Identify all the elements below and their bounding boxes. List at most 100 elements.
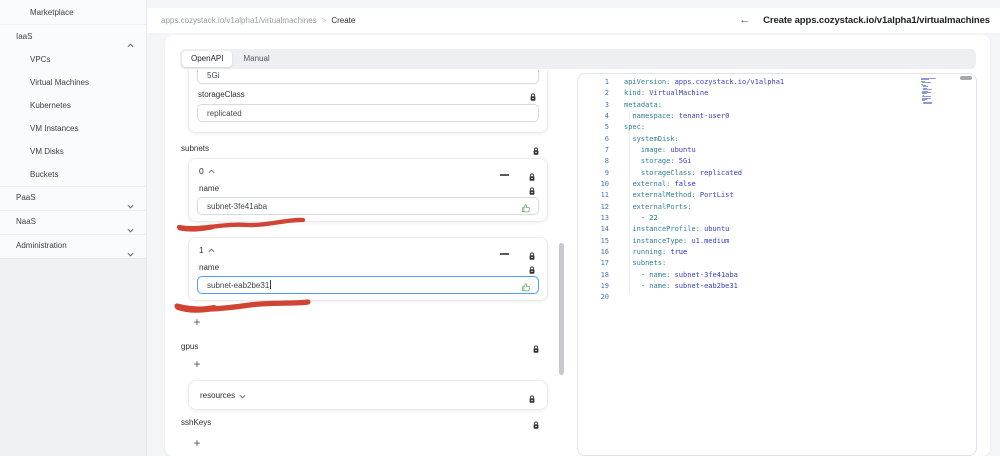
line-number: 7 (604, 146, 609, 155)
back-arrow-icon[interactable]: ← (739, 15, 750, 26)
code-line: 15 instanceType: u1.medium (578, 236, 976, 247)
lock-icon (528, 262, 536, 274)
openapi-form: 5Gi storageClass replicated subnets 0 na… (180, 70, 556, 456)
app-window: Marketplace IaaS VPCs Virtual Machines Kub… (0, 0, 1000, 456)
chevron-down-icon (239, 394, 246, 398)
code-line: 6 systemDisk: (578, 134, 976, 145)
minimap[interactable] (921, 76, 939, 108)
thumbs-up-icon[interactable] (521, 281, 531, 299)
subnet-1-name-input[interactable]: subnet-eab2be31 (197, 276, 539, 294)
add-sshkey-button[interactable]: + (190, 436, 204, 450)
remove-item-button[interactable] (500, 253, 509, 255)
editor-scrollbar-thumb[interactable] (960, 76, 972, 80)
name-label: name (199, 263, 220, 272)
code-line: 8 storage: 5Gi (578, 156, 976, 167)
subnet-0-header[interactable]: 0 (199, 166, 215, 176)
line-number: 3 (604, 100, 609, 109)
sidebar-section-naas[interactable]: NaaS (0, 210, 146, 234)
code-line: 14 instanceProfile: ubuntu (578, 224, 976, 235)
name-label: name (199, 184, 220, 193)
line-number: 1 (604, 78, 609, 86)
subnet-0-name-input[interactable]: subnet-3fe41aba (197, 197, 539, 215)
line-number: 6 (604, 134, 609, 143)
breadcrumb-current: Create (331, 16, 356, 25)
code-line: 13 - 22 (578, 213, 976, 224)
input-value: subnet-eab2be31 (207, 281, 270, 290)
sshkeys-label: sshKeys (181, 418, 212, 427)
input-value: subnet-3fe41aba (207, 202, 268, 211)
code-line: 19 - name: subnet-eab2be31 (578, 281, 976, 292)
sidebar-section-label: IaaS (16, 32, 33, 41)
editor-mode-tabs: OpenAPI Manual (180, 49, 976, 69)
line-number: 17 (600, 259, 609, 268)
storageclass-label: storageClass (198, 90, 245, 99)
line-number: 20 (600, 293, 609, 302)
sidebar-item-vm-instances[interactable]: VM Instances (0, 117, 146, 140)
top-header: apps.cozystack.io/v1alpha1/virtualmachin… (147, 8, 1000, 33)
code-line: 5 spec: (578, 122, 976, 133)
add-gpu-button[interactable]: + (190, 357, 204, 371)
line-number: 14 (600, 225, 609, 234)
line-number: 2 (604, 89, 609, 98)
lock-icon (528, 391, 536, 403)
storage-input[interactable]: 5Gi (197, 70, 539, 84)
tab-openapi[interactable]: OpenAPI (182, 51, 233, 67)
lock-icon (532, 143, 540, 155)
line-number: 15 (600, 236, 609, 245)
sidebar-section-label: Administration (16, 241, 67, 250)
lock-icon (532, 341, 540, 353)
code-line: 2 kind: VirtualMachine (578, 88, 976, 99)
code-line: 16 running: true (578, 247, 976, 258)
line-number: 5 (604, 123, 609, 132)
code-line: 20 (578, 292, 976, 303)
lock-icon (529, 89, 537, 101)
sidebar-section-label: NaaS (16, 217, 37, 226)
line-number: 16 (600, 248, 609, 257)
subnets-label: subnets (181, 144, 210, 153)
resources-card[interactable]: resources (188, 380, 548, 410)
yaml-editor[interactable]: 1 apiVersion: apps.cozystack.io/v1alpha1 2… (577, 73, 977, 456)
remove-item-button[interactable] (500, 174, 509, 176)
subnet-1-header[interactable]: 1 (199, 245, 215, 255)
code-line: 7 image: ubuntu (578, 145, 976, 156)
sidebar-section-iaas[interactable]: IaaS (0, 25, 146, 48)
line-number: 8 (604, 157, 609, 166)
sidebar-item-vm-disks[interactable]: VM Disks (0, 140, 146, 163)
sidebar-section-paas[interactable]: PaaS (0, 186, 146, 210)
code-line: 4 namespace: tenant-user0 (578, 111, 976, 122)
sidebar-section-label: PaaS (16, 193, 36, 202)
sidebar-item-buckets[interactable]: Buckets (0, 163, 146, 186)
tab-manual[interactable]: Manual (232, 51, 280, 67)
thumbs-up-icon[interactable] (521, 202, 531, 220)
lock-icon (532, 417, 540, 429)
breadcrumb-separator: > (321, 16, 327, 25)
lock-icon (528, 248, 536, 260)
line-number: 4 (604, 112, 609, 121)
sidebar-item-virtual-machines[interactable]: Virtual Machines (0, 71, 146, 94)
breadcrumb-path-link[interactable]: apps.cozystack.io/v1alpha1/virtualmachin… (161, 16, 317, 25)
code-line: 9 storageClass: replicated (578, 168, 976, 179)
systemdisk-card: 5Gi storageClass replicated (188, 70, 548, 133)
lock-icon (528, 183, 536, 195)
minimap-line (921, 82, 931, 84)
sidebar-section-administration[interactable]: Administration (0, 234, 146, 258)
form-scrollbar[interactable] (559, 243, 564, 375)
sidebar-empty-area (0, 258, 146, 456)
sidebar-item-kubernetes[interactable]: Kubernetes (0, 94, 146, 117)
storageclass-input[interactable]: replicated (197, 104, 539, 122)
line-number: 18 (600, 270, 609, 279)
text-cursor (270, 280, 272, 289)
code-line: 12 externalPorts: (578, 202, 976, 213)
line-number: 11 (600, 191, 609, 200)
sidebar-item-vpcs[interactable]: VPCs (0, 48, 146, 71)
add-subnet-button[interactable]: + (190, 315, 204, 329)
code-line: 17 subnets: (578, 258, 976, 269)
line-number: 12 (600, 202, 609, 211)
line-number: 19 (600, 282, 609, 291)
sidebar-item-marketplace[interactable]: Marketplace (0, 0, 146, 25)
chevron-up-icon (208, 169, 215, 173)
gpus-label: gpus (181, 342, 199, 351)
resources-label: resources (200, 391, 236, 400)
code-line: 10 external: false (578, 179, 976, 190)
lock-icon (528, 169, 536, 181)
